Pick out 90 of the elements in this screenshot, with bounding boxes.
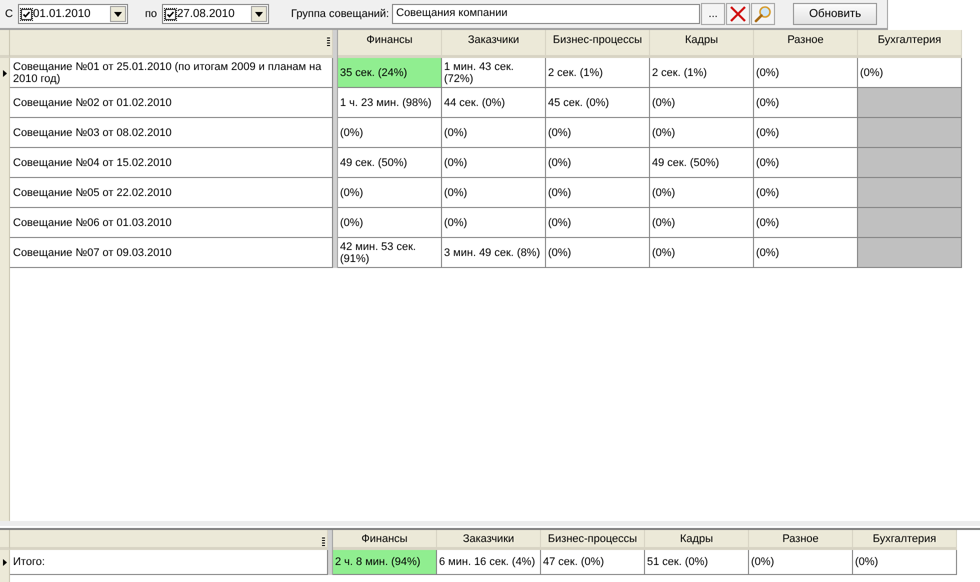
table-cell: (0%) — [546, 208, 650, 238]
table-cell: (0%) — [754, 88, 858, 118]
meeting-name-cell: Совещание №03 от 08.02.2010 — [10, 118, 333, 148]
group-label: Группа совещаний: — [291, 8, 390, 20]
column-header[interactable]: Разное — [754, 30, 858, 58]
column-header[interactable]: Бухгалтерия — [858, 30, 962, 58]
table-cell: 44 сек. (0%) — [442, 88, 546, 118]
table-cell: 49 сек. (50%) — [338, 148, 442, 178]
table-cell: (0%) — [754, 58, 858, 88]
table-cell: 1 ч. 23 мин. (98%) — [338, 88, 442, 118]
checkbox[interactable] — [165, 8, 176, 20]
table-cell: (0%) — [650, 178, 754, 208]
column-header[interactable]: Финансы — [338, 30, 442, 58]
column-header[interactable]: Заказчики — [442, 30, 546, 58]
to-date-picker[interactable]: 27.08.2010 — [162, 4, 270, 24]
meeting-name-cell: Совещание №01 от 25.01.2010 (по итогам 2009 и планам на 2010 год) — [10, 58, 333, 88]
table-cell: 51 сек. (0%) — [645, 550, 749, 575]
check-icon — [166, 10, 176, 18]
table-cell: 2 сек. (1%) — [546, 58, 650, 88]
table-cell: 35 сек. (24%) — [338, 58, 442, 88]
table-cell: 2 ч. 8 мин. (94%) — [333, 550, 437, 575]
caret-icon — [114, 12, 122, 16]
table-cell: 3 мин. 49 сек. (8%) — [442, 238, 546, 268]
table-cell: (0%) — [442, 118, 546, 148]
table-cell: (0%) — [650, 88, 754, 118]
table-cell: (0%) — [754, 208, 858, 238]
table-cell: (0%) — [754, 148, 858, 178]
caret-icon — [255, 12, 264, 16]
table-cell: 6 мин. 16 сек. (4%) — [437, 550, 541, 575]
browse-button[interactable]: ... — [701, 3, 726, 25]
column-header[interactable]: Финансы — [333, 530, 437, 550]
refresh-button[interactable]: Обновить — [793, 3, 878, 25]
table-cell: (0%) — [546, 238, 650, 268]
clear-button[interactable] — [726, 3, 750, 25]
table-cell: (0%) — [853, 550, 957, 575]
row-header[interactable] — [0, 550, 10, 575]
close-icon — [730, 6, 746, 22]
group-field[interactable]: Совещания компании — [392, 4, 700, 24]
table-cell: (0%) — [650, 118, 754, 148]
table-cell: 47 сек. (0%) — [541, 550, 645, 575]
from-date-picker[interactable]: 01.01.2010 — [18, 4, 128, 24]
table-cell: (0%) — [754, 238, 858, 268]
table-cell: 2 сек. (1%) — [650, 58, 754, 88]
table-cell: (0%) — [546, 118, 650, 148]
column-header[interactable]: Кадры — [645, 530, 749, 550]
search-button[interactable] — [751, 3, 776, 25]
meeting-name-cell: Итого: — [10, 550, 328, 575]
table-cell: 49 сек. (50%) — [650, 148, 754, 178]
table-cell: (0%) — [338, 178, 442, 208]
dropdown-button[interactable] — [110, 6, 126, 22]
column-header[interactable]: Бизнес-процессы — [546, 30, 650, 58]
table-cell: 42 мин. 53 сек. (91%) — [338, 238, 442, 268]
meeting-name-cell: Совещание №04 от 15.02.2010 — [10, 148, 333, 178]
check-icon — [22, 10, 31, 18]
to-label: по — [144, 8, 158, 20]
table-cell: (0%) — [338, 208, 442, 238]
meeting-name-cell: Совещание №05 от 22.02.2010 — [10, 178, 333, 208]
table-cell: 45 сек. (0%) — [546, 88, 650, 118]
table-cell: (0%) — [749, 550, 853, 575]
table-cell: (0%) — [858, 58, 962, 88]
table-cell: (0%) — [338, 118, 442, 148]
grip-icon[interactable] — [327, 37, 330, 46]
column-header[interactable]: Кадры — [650, 30, 754, 58]
date-value: 01.01.2010 — [32, 8, 92, 20]
column-header[interactable]: Бухгалтерия — [853, 530, 957, 550]
checkbox[interactable] — [20, 8, 32, 20]
table-cell: (0%) — [442, 208, 546, 238]
meeting-name-cell: Совещание №06 от 01.03.2010 — [10, 208, 333, 238]
table-cell: (0%) — [754, 178, 858, 208]
column-header[interactable]: Бизнес-процессы — [541, 530, 645, 550]
table-cell: (0%) — [442, 178, 546, 208]
table-cell: (0%) — [754, 118, 858, 148]
row-header[interactable] — [0, 58, 10, 88]
table-cell: (0%) — [650, 208, 754, 238]
grip-icon[interactable] — [322, 537, 325, 546]
meeting-name-cell: Совещание №02 от 01.02.2010 — [10, 88, 333, 118]
meeting-name-cell: Совещание №07 от 09.03.2010 — [10, 238, 333, 268]
table-cell: 1 мин. 43 сек. (72%) — [442, 58, 546, 88]
column-header[interactable]: Разное — [749, 530, 853, 550]
current-row-icon — [2, 559, 6, 566]
from-label: С — [5, 8, 13, 20]
table-cell: (0%) — [442, 148, 546, 178]
current-row-icon — [2, 70, 6, 76]
table-cell: (0%) — [546, 148, 650, 178]
dropdown-button[interactable] — [251, 6, 268, 22]
column-header[interactable]: Заказчики — [437, 530, 541, 550]
table-cell: (0%) — [546, 178, 650, 208]
search-icon — [754, 5, 772, 23]
date-value: 27.08.2010 — [177, 8, 236, 20]
table-cell: (0%) — [650, 238, 754, 268]
